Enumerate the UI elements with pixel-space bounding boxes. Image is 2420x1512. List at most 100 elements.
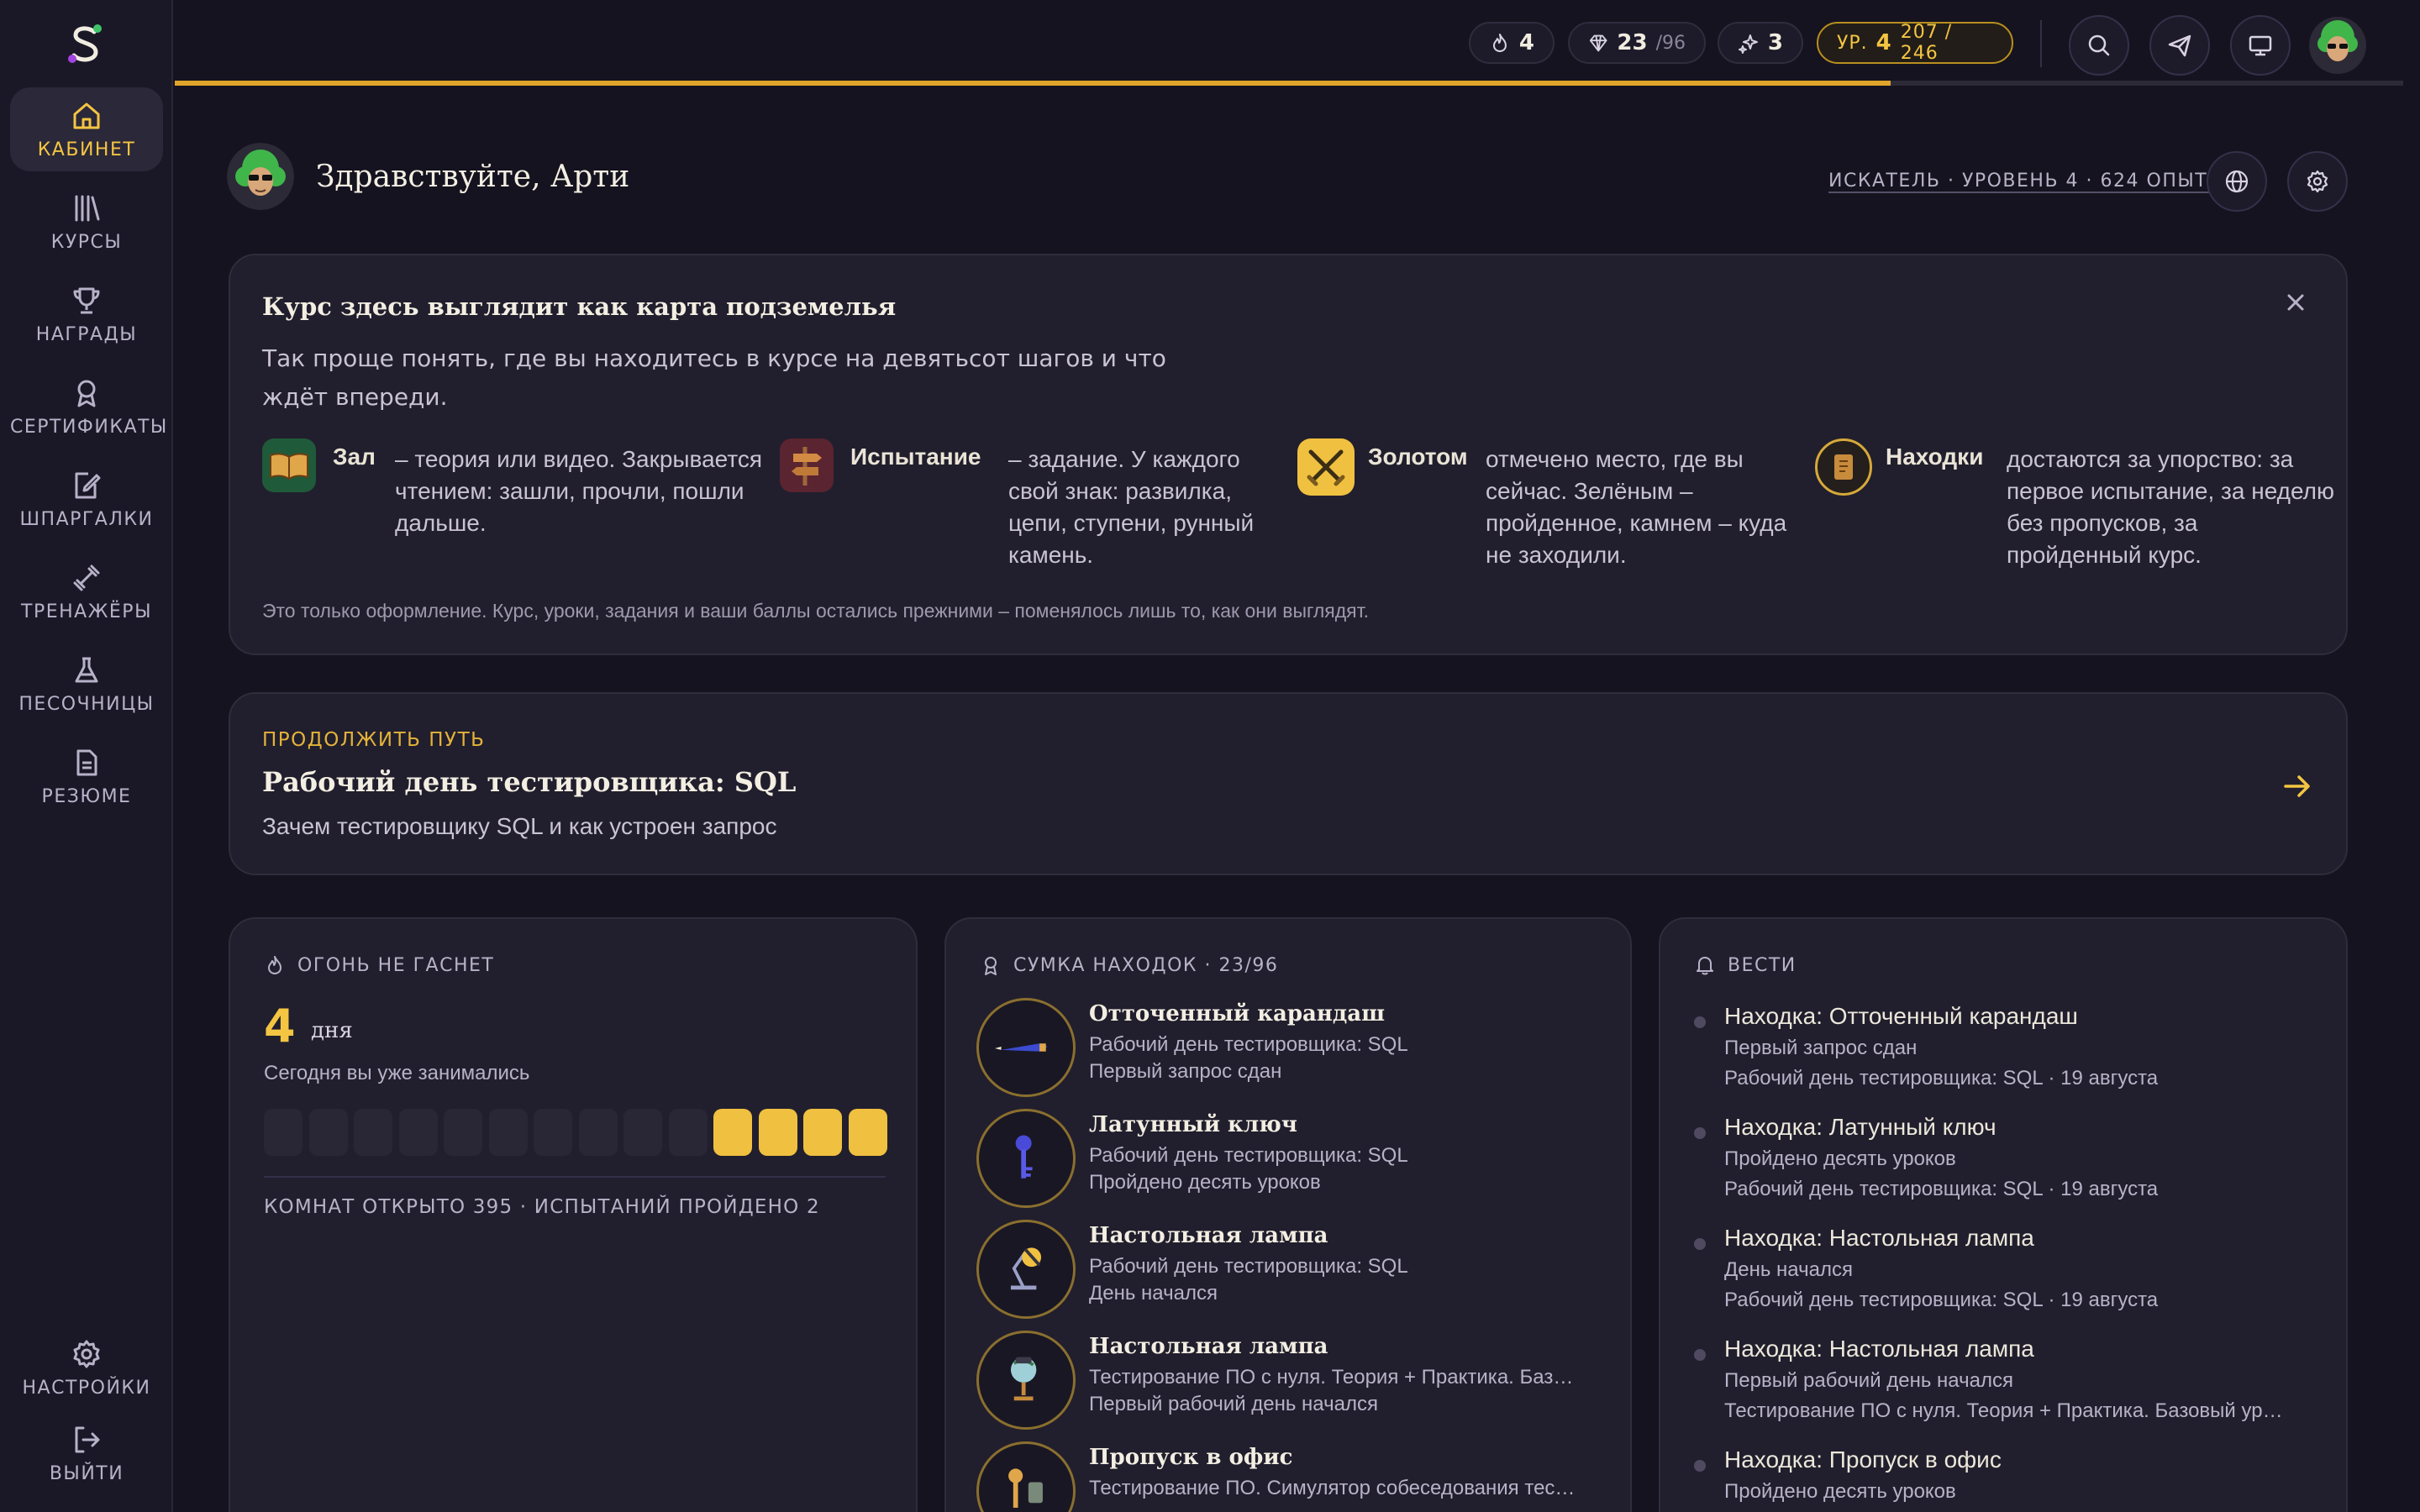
streak-day-cell (623, 1109, 662, 1156)
streak-day-cell (534, 1109, 572, 1156)
nav-label: ТРЕНАЖЁРЫ (21, 601, 152, 622)
streak-day-cell (803, 1109, 842, 1156)
streak-day-cell (758, 1109, 797, 1156)
sidebar: КАБИНЕТ КУРСЫ НАГРАДЫ СЕРТИФИКАТЫ ШПАРГА… (0, 0, 173, 1512)
streak-day-cell (444, 1109, 482, 1156)
user-avatar[interactable] (2307, 15, 2368, 76)
find-course: Тестирование ПО. Симулятор собеседования… (1089, 1477, 1576, 1499)
news-line: Рабочий день тестировщика: SQL · 19 авгу… (1724, 1289, 2159, 1311)
streak-stats: КОМНАТ ОТКРЫТО 395 · ИСПЫТАНИЙ ПРОЙДЕНО … (264, 1196, 820, 1218)
nav-label: ВЫЙТИ (49, 1463, 124, 1484)
monitor-icon (2249, 35, 2272, 56)
signpost-icon (780, 438, 834, 492)
streak-panel-head: ОГОНЬ НЕ ГАСНЕТ (264, 954, 494, 976)
app-logo[interactable] (66, 22, 106, 66)
settings-button[interactable] (2287, 151, 2348, 212)
find-title: Пропуск в офис (1089, 1445, 1293, 1470)
flame-icon (268, 956, 281, 974)
continue-title: Рабочий день тестировщика: SQL (262, 766, 797, 798)
gems-pill[interactable]: 23 /96 (1568, 22, 1706, 64)
find-reason: Пройдено десять уроков (1089, 1171, 1321, 1194)
swords-icon (1297, 438, 1355, 496)
telegram-button[interactable] (2149, 15, 2210, 76)
legend-name: Золотом (1368, 444, 1468, 470)
rank-link[interactable]: ИСКАТЕЛЬ · УРОВЕНЬ 4 · 624 ОПЫТА (1828, 171, 2222, 192)
bell-icon (1697, 957, 1713, 975)
unread-dot (1694, 1016, 1706, 1028)
find-reason: Первый рабочий день начался (1089, 1393, 1378, 1415)
continue-card[interactable]: ПРОДОЛЖИТЬ ПУТЬ Рабочий день тестировщик… (229, 692, 2348, 875)
level-prefix: УР. (1837, 32, 1868, 54)
globe-icon (2225, 170, 2249, 193)
finds-panel-head: СУМКА НАХОДОК · 23/96 (980, 954, 1278, 976)
streak-day-cell (308, 1109, 348, 1156)
nav-item-resume[interactable]: РЕЗЮМЕ (10, 734, 163, 818)
greeting-avatar (227, 143, 294, 210)
search-button[interactable] (2069, 15, 2129, 76)
nav-item-cheatsheets[interactable]: ШПАРГАЛКИ (10, 457, 163, 541)
nav-item-sandboxes[interactable]: ПЕСОЧНИЦЫ (10, 642, 163, 726)
arrow-right-icon[interactable] (2281, 769, 2314, 803)
pencil-icon (976, 998, 1076, 1097)
sparks-count: 3 (1767, 30, 1783, 55)
gear-icon (73, 1340, 100, 1368)
find-title: Отточенный карандаш (1089, 1001, 1386, 1026)
scroll-icon (1815, 438, 1872, 496)
news-title: Находка: Латунный ключ (1724, 1114, 1996, 1140)
display-button[interactable] (2230, 15, 2291, 76)
news-panel-head: ВЕСТИ (1694, 954, 1797, 976)
streak-days: 4 (264, 1000, 296, 1053)
award-icon (77, 380, 96, 407)
nav-label: КАБИНЕТ (37, 139, 136, 160)
level-pill[interactable]: УР. 4 207 / 246 (1817, 22, 2013, 64)
language-button[interactable] (2207, 151, 2267, 212)
panel-title: СУМКА НАХОДОК · 23/96 (1013, 954, 1279, 976)
lamp-icon (976, 1220, 1076, 1319)
streak-pill[interactable]: 4 (1469, 22, 1555, 64)
gems-count: 23 (1617, 30, 1648, 55)
find-course: Рабочий день тестировщика: SQL (1089, 1255, 1408, 1278)
nav-label: ПЕСОЧНИЦЫ (18, 694, 155, 715)
xp-progress-fill (175, 81, 1891, 86)
globe-lamp-icon (976, 1331, 1076, 1430)
nav-item-settings[interactable]: НАСТРОЙКИ (10, 1326, 163, 1410)
news-title: Находка: Пропуск в офис (1724, 1446, 2002, 1473)
nav-item-courses[interactable]: КУРСЫ (10, 180, 163, 264)
news-panel: ВЕСТИ Находка: Отточенный карандаш Первы… (1659, 917, 2348, 1512)
nav-label: ШПАРГАЛКИ (19, 509, 154, 530)
nav-item-awards[interactable]: НАГРАДЫ (10, 272, 163, 356)
news-line: Рабочий день тестировщика: SQL · 19 авгу… (1724, 1178, 2159, 1200)
find-title: Латунный ключ (1089, 1112, 1297, 1137)
nav-label: РЕЗЮМЕ (41, 786, 132, 807)
nav-item-trainers[interactable]: ТРЕНАЖЁРЫ (10, 549, 163, 633)
xp-progress-bar (175, 81, 2403, 86)
intro-title: Курс здесь выглядит как карта подземелья (262, 292, 897, 321)
find-reason: День начался (1089, 1282, 1218, 1305)
streak-day-cell (848, 1109, 887, 1156)
divider (264, 1176, 886, 1178)
news-line: День начался (1724, 1258, 1853, 1281)
sparks-pill[interactable]: 3 (1718, 22, 1803, 64)
legend-name: Зал (333, 444, 376, 470)
nav-label: СЕРТИФИКАТЫ (10, 417, 168, 438)
nav-item-logout[interactable]: ВЫЙТИ (10, 1411, 163, 1495)
panel-title: ОГОНЬ НЕ ГАСНЕТ (297, 954, 495, 976)
close-icon[interactable] (2279, 286, 2312, 319)
find-title: Настольная лампа (1089, 1334, 1328, 1359)
avatar-icon (2309, 17, 2366, 74)
find-title: Настольная лампа (1089, 1223, 1328, 1248)
trophy-icon (73, 287, 100, 314)
nav-item-cabinet[interactable]: КАБИНЕТ (10, 87, 163, 171)
flask-icon (75, 657, 98, 683)
dumbbell-icon (73, 564, 100, 591)
search-icon (2088, 34, 2110, 56)
nav-item-certificates[interactable]: СЕРТИФИКАТЫ (10, 365, 168, 449)
xp-text: 207 / 246 (1900, 22, 1953, 64)
news-line: Первый запрос сдан (1724, 1037, 1918, 1059)
streak-day-cell (488, 1109, 528, 1156)
find-course: Рабочий день тестировщика: SQL (1089, 1033, 1408, 1056)
legend-desc: достаются за упорство: за первое испытан… (2007, 446, 2334, 568)
legend-name: Находки (1886, 444, 1984, 470)
unread-dot (1694, 1349, 1706, 1361)
finds-panel: СУМКА НАХОДОК · 23/96 Отточенный каранда… (944, 917, 1632, 1512)
